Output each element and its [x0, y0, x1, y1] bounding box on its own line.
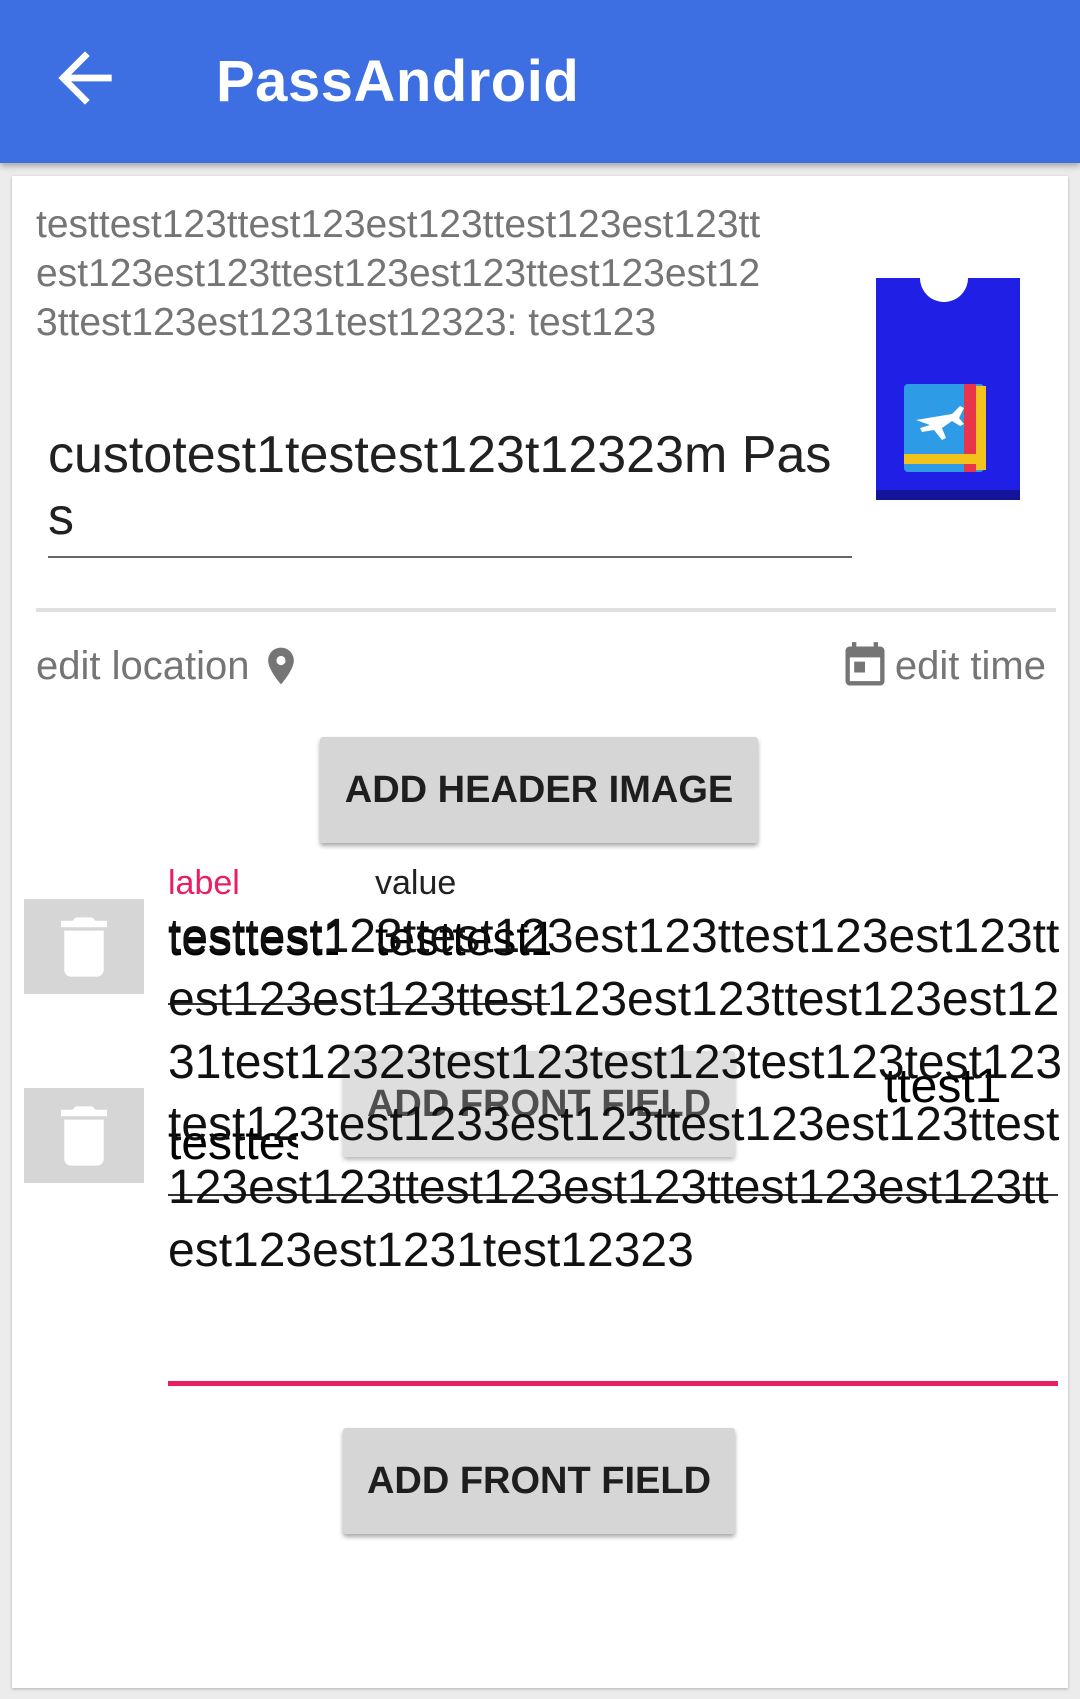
pass-title-input[interactable]: custotest1testest123t12323m Pass: [48, 424, 848, 548]
pass-edit-card: testtest123ttest123est123ttest123est123t…: [12, 176, 1068, 1688]
focused-field-underline: [168, 1381, 1058, 1386]
edit-time-button[interactable]: edit time: [839, 638, 1046, 694]
arrow-back-icon[interactable]: [45, 38, 125, 118]
value-column-header: value: [375, 864, 457, 902]
edit-time-label: edit time: [894, 643, 1046, 688]
app-title: PassAndroid: [216, 49, 580, 114]
location-pin-icon: [268, 647, 295, 685]
label-column-header: label: [168, 864, 240, 902]
trash-icon: [61, 916, 107, 977]
add-header-image-button[interactable]: ADD HEADER IMAGE: [320, 737, 758, 843]
delete-field-button[interactable]: [24, 1088, 144, 1183]
calendar-icon: [845, 642, 885, 686]
airline-boarding-pass-icon[interactable]: [876, 278, 1020, 500]
section-divider: [36, 608, 1056, 612]
add-front-field-button[interactable]: ADD FRONT FIELD: [343, 1428, 735, 1534]
pass-description: testtest123ttest123est123ttest123est123t…: [36, 203, 761, 344]
edit-location-label: edit location: [36, 643, 250, 688]
field-value-input-focused[interactable]: testtest123ttest123est123ttest123est123t…: [168, 906, 1068, 1283]
pass-title-underline: [48, 556, 852, 558]
trash-icon: [61, 1105, 107, 1166]
edit-location-button[interactable]: edit location: [36, 638, 303, 694]
app-bar: PassAndroid: [0, 0, 1080, 163]
delete-field-button[interactable]: [24, 899, 144, 994]
